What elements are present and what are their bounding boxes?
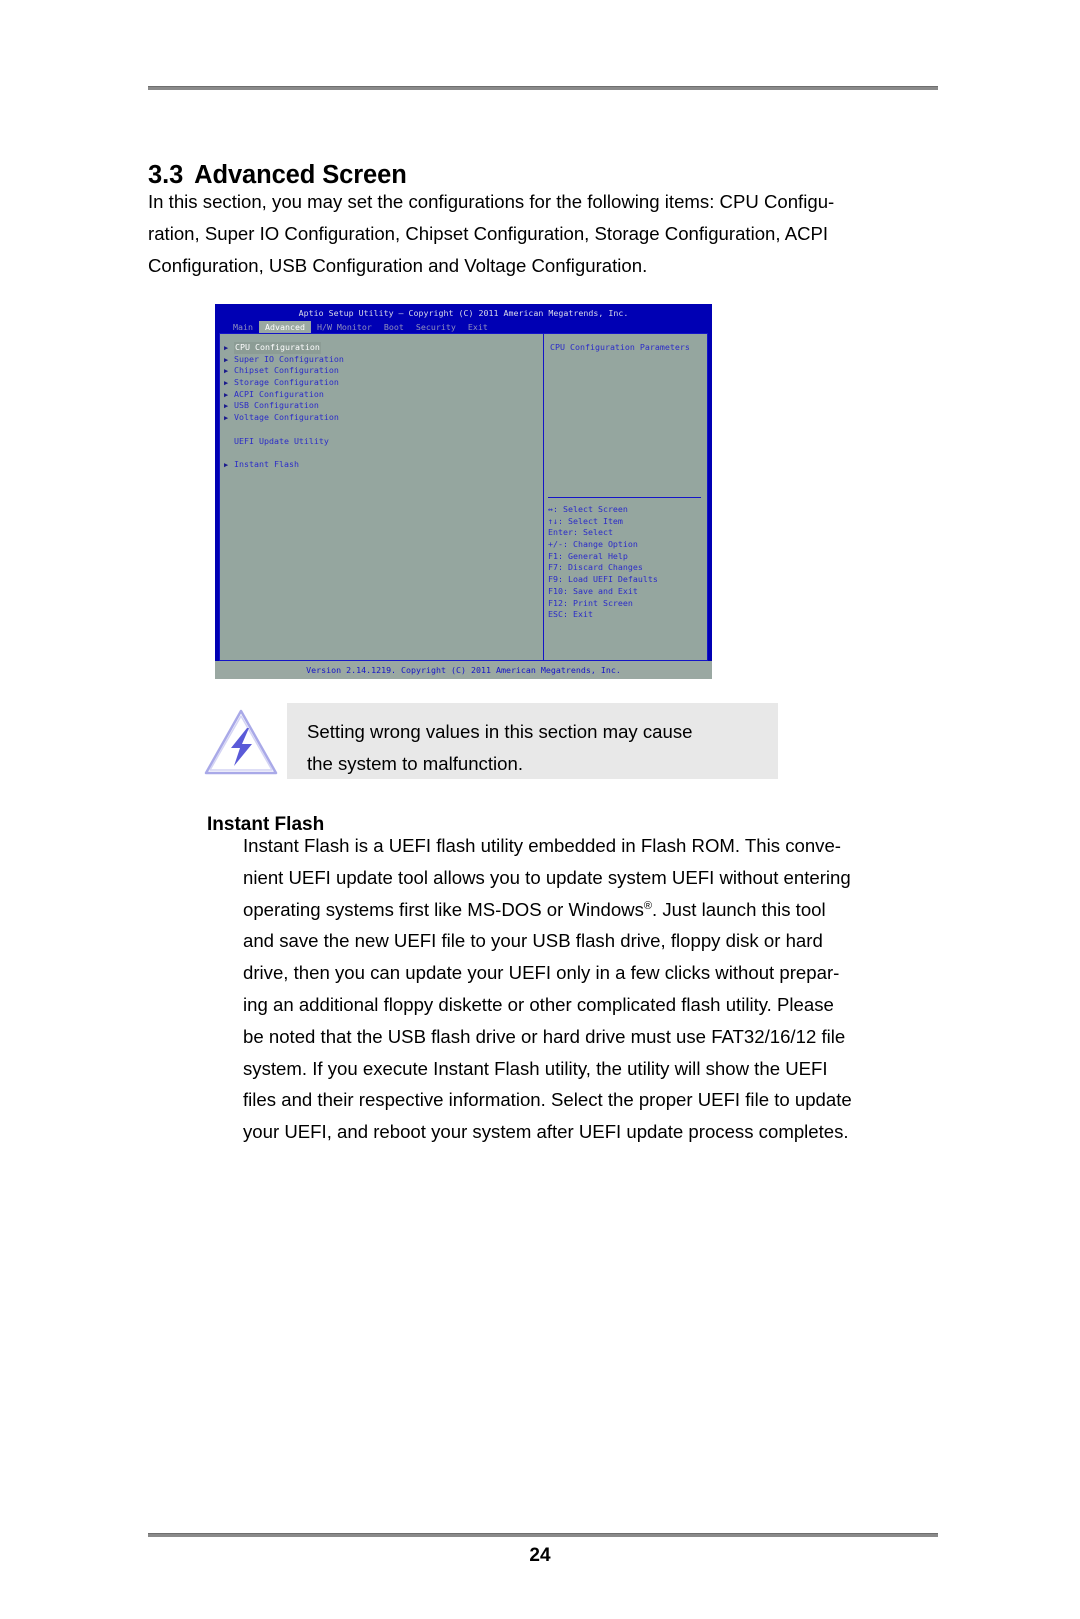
key-legend-item: ↔: Select Screen [548,504,628,514]
bios-title-bar: Aptio Setup Utility – Copyright (C) 2011… [298,308,629,318]
menu-item-super-io-configuration[interactable]: ▶ Super IO Configuration [220,354,543,366]
flash-line: files and their respective information. … [243,1089,852,1111]
section-title: Advanced Screen [194,161,407,190]
intro-line: ration, Super IO Configuration, Chipset … [148,223,829,244]
caution-line: Setting wrong values in this section may… [307,721,693,742]
menu-item-label: Storage Configuration [234,377,339,388]
key-legend-item: F9: Load UEFI Defaults [548,574,658,585]
triangle-right-icon: ▶ [224,379,229,388]
flash-line-text: . Just launch this tool [652,898,826,920]
flash-line-text: operating systems first like MS-DOS or W… [243,898,644,920]
triangle-right-icon: ▶ [224,460,229,469]
bios-menu-panel: ▶ CPU Configuration ▶ Super IO Configura… [220,334,544,660]
key-legend-item: F12: Print Screen [548,597,633,608]
menu-item-label: USB Configuration [234,400,319,411]
flash-line: system. If you execute Instant Flash uti… [243,1057,828,1079]
menu-item-label: ACPI Configuration [234,388,324,399]
triangle-right-icon: ▶ [224,390,229,399]
key-legend-item: ESC: Exit [548,609,593,620]
help-divider [548,497,701,498]
flash-line-text: Instant Flash is a UEFI flash utility em… [243,835,841,856]
key-legend-item: F7: Discard Changes [548,562,643,573]
key-legend-item: F1: General Help [548,550,628,561]
flash-line: ing an additional floppy diskette or oth… [243,993,834,1015]
triangle-right-icon: ▶ [224,355,229,364]
menu-item-usb-configuration[interactable]: ▶ USB Configuration [220,400,543,412]
menu-item-voltage-configuration[interactable]: ▶ Voltage Configuration [220,412,543,424]
footer-rule [148,1533,938,1537]
key-legend-item: ↑↓: Select Item [548,515,623,526]
flash-line: operating systems first like MS-DOS or W… [243,894,938,926]
triangle-right-icon: ▶ [224,344,229,352]
menu-item-storage-configuration[interactable]: ▶ Storage Configuration [220,377,543,389]
bios-setup-screenshot: Aptio Setup Utility – Copyright (C) 2011… [215,304,712,679]
caution-line: the system to malfunction. [307,753,523,774]
warning-lightning-icon [203,706,279,778]
menu-group-uefi-update-utility: UEFI Update Utility [220,436,543,448]
intro-line: Configuration, USB Configuration and Vol… [148,255,648,276]
menu-item-acpi-configuration[interactable]: ▶ ACPI Configuration [220,389,543,401]
triangle-right-icon: ▶ [224,367,229,376]
instant-flash-paragraph: Instant Flash is a UEFI flash utility em… [243,830,938,1148]
menu-item-label: CPU Configuration [234,342,321,354]
triangle-right-icon: ▶ [224,414,229,423]
key-legend-item: F10: Save and Exit [548,585,638,596]
menu-item-cpu-configuration[interactable]: ▶ CPU Configuration [220,342,543,354]
flash-line: and save the new UEFI file to your USB f… [243,930,823,952]
caution-box: Setting wrong values in this section may… [287,703,778,779]
key-legend-item: +/-: Change Option [548,539,638,550]
key-legend-item: Enter: Select [548,527,613,538]
header-rule [148,86,938,90]
section-number: 3.3 [148,161,184,190]
menu-item-label: Super IO Configuration [234,353,344,364]
menu-item-label: Instant Flash [234,458,299,469]
flash-line: nient UEFI update tool allows you to upd… [243,862,938,894]
registered-mark: ® [643,899,653,912]
menu-item-label: Voltage Configuration [234,412,339,423]
triangle-right-icon: ▶ [224,402,229,411]
flash-line: drive, then you can update your UEFI onl… [243,962,840,984]
intro-paragraph: In this section, you may set the configu… [148,186,938,282]
bios-version-footer: Version 2.14.1219. Copyright (C) 2011 Am… [215,661,712,679]
menu-group-label: UEFI Update Utility [234,435,329,446]
key-legend: ↔: Select Screen ↑↓: Select Item Enter: … [548,504,705,621]
flash-line: Instant Flash is a UEFI flash utility em… [243,830,938,862]
bios-help-panel: CPU Configuration Parameters ↔: Select S… [544,334,707,660]
flash-line: your UEFI, and reboot your system after … [243,1121,849,1143]
page-number: 24 [529,1545,551,1566]
menu-spacer [220,424,543,436]
help-description: CPU Configuration Parameters [550,342,690,352]
bios-body: ▶ CPU Configuration ▶ Super IO Configura… [219,333,708,661]
flash-line: be noted that the USB flash drive or har… [243,1025,846,1047]
menu-item-label: Chipset Configuration [234,365,339,376]
menu-item-instant-flash[interactable]: ▶ Instant Flash [220,459,543,471]
menu-item-chipset-configuration[interactable]: ▶ Chipset Configuration [220,365,543,377]
menu-spacer [220,447,543,459]
flash-line-text: nient UEFI update tool allows you to upd… [243,866,851,888]
intro-line: In this section, you may set the configu… [148,191,835,212]
